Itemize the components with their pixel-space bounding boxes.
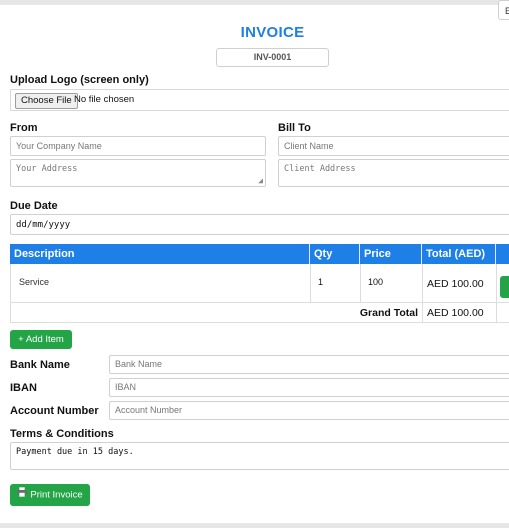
choose-file-button[interactable]: Choose File: [15, 93, 78, 109]
grand-total-value-cell: AED 100.00: [423, 303, 497, 322]
account-number-input[interactable]: Account Number: [109, 401, 509, 420]
grand-total-row: Grand Total AED 100.00: [10, 303, 509, 323]
print-invoice-button[interactable]: Print Invoice: [10, 484, 90, 506]
table-row: Service 1 100 AED 100.00: [10, 264, 509, 303]
col-qty: Qty: [310, 244, 360, 264]
your-address-textarea[interactable]: Your Address ◢: [10, 159, 266, 187]
due-date-label: Due Date: [10, 200, 58, 212]
iban-label: IBAN: [10, 382, 37, 394]
item-total: AED 100.00: [427, 278, 484, 290]
top-scroll-edge: [0, 0, 509, 5]
items-table-header: Description Qty Price Total (AED): [10, 244, 509, 264]
item-price-cell[interactable]: 100: [361, 264, 423, 302]
iban-input[interactable]: IBAN: [109, 378, 509, 397]
bank-name-input[interactable]: Bank Name: [109, 355, 509, 374]
printer-icon: [17, 484, 27, 506]
item-qty: 1: [318, 277, 324, 287]
terms-value: Payment due in 15 days.: [16, 447, 134, 457]
item-description: Service: [19, 277, 50, 287]
grand-total-label-cell: Grand Total: [11, 303, 423, 322]
item-price: 100: [368, 277, 384, 287]
bill-to-label: Bill To: [278, 122, 311, 134]
item-qty-cell[interactable]: 1: [311, 264, 361, 302]
col-description: Description: [10, 244, 310, 264]
col-total: Total (AED): [422, 244, 496, 264]
col-price: Price: [360, 244, 422, 264]
corner-button[interactable]: E: [498, 0, 509, 20]
grand-total-label: Grand Total: [359, 307, 418, 319]
from-label: From: [10, 122, 38, 134]
logo-file-input[interactable]: Choose File No file chosen: [10, 89, 509, 111]
due-date-value: dd/mm/yyyy: [16, 220, 71, 230]
grand-total-value: AED 100.00: [427, 307, 484, 319]
invoice-number-field[interactable]: INV-0001: [216, 48, 329, 67]
bottom-scroll-edge: [0, 523, 509, 528]
invoice-title: INVOICE: [240, 24, 305, 41]
terms-label: Terms & Conditions: [10, 428, 114, 440]
print-invoice-label: Print Invoice: [30, 489, 83, 501]
remove-item-button[interactable]: [500, 276, 509, 298]
resize-handle-icon[interactable]: ◢: [258, 177, 263, 185]
file-status-text: No file chosen: [74, 94, 135, 105]
company-name-input[interactable]: Your Company Name: [10, 136, 266, 156]
bank-name-label: Bank Name: [10, 359, 70, 371]
your-address-placeholder: Your Address: [16, 164, 78, 174]
col-actions: [496, 244, 509, 264]
client-name-input[interactable]: Client Name: [278, 136, 509, 156]
item-description-cell[interactable]: Service: [11, 264, 311, 302]
account-number-label: Account Number: [10, 405, 99, 417]
due-date-input[interactable]: dd/mm/yyyy: [10, 214, 509, 235]
client-address-textarea[interactable]: Client Address: [278, 159, 509, 187]
add-item-button[interactable]: + Add Item: [10, 330, 72, 349]
upload-logo-label: Upload Logo (screen only): [10, 74, 149, 86]
terms-textarea[interactable]: Payment due in 15 days.: [10, 442, 509, 470]
item-total-cell: AED 100.00: [423, 264, 497, 302]
